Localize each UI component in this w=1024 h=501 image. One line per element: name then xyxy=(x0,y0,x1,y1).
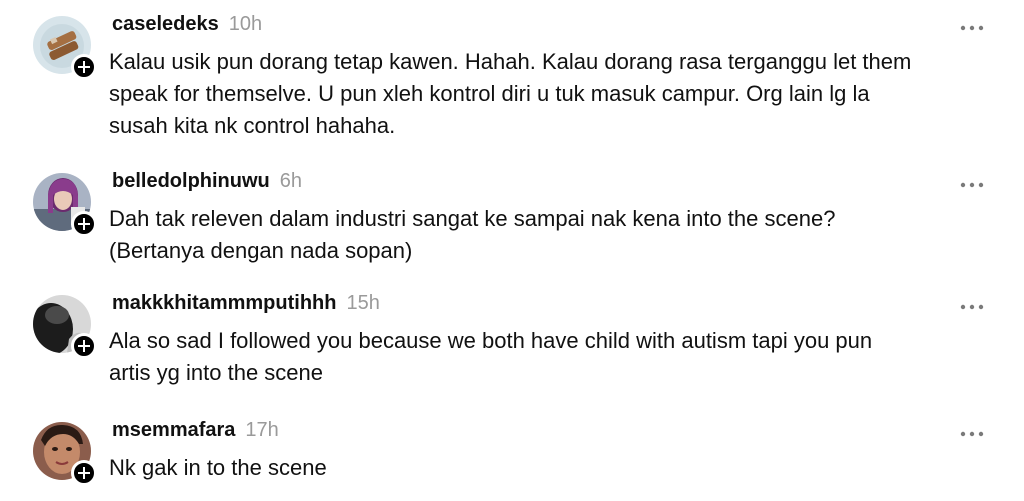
username[interactable]: belledolphinuwu xyxy=(112,170,270,193)
comment-line: speak for themselve. U pun xleh kontrol … xyxy=(109,81,870,106)
timestamp: 15h xyxy=(346,292,380,314)
username[interactable]: makkkhitammmputihhh xyxy=(112,292,336,315)
comment-line: Kalau usik pun dorang tetap kawen. Hahah… xyxy=(109,49,912,74)
comment-thread: caseledeks 10h Kalau usik pun dorang tet… xyxy=(0,0,1024,501)
timestamp: 6h xyxy=(279,170,303,192)
timestamp: 17h xyxy=(245,419,279,441)
follow-button[interactable] xyxy=(71,460,97,486)
avatar-container xyxy=(33,16,97,80)
comment-line: susah kita nk control hahaha. xyxy=(109,113,396,138)
follow-button[interactable] xyxy=(71,54,97,80)
avatar-container xyxy=(33,295,97,359)
comment-header: makkkhitammmputihhh 15h xyxy=(112,292,380,320)
more-options-icon xyxy=(960,431,984,437)
comment-line: artis yg into the scene xyxy=(109,360,324,385)
avatar-container xyxy=(33,173,97,237)
username[interactable]: caseledeks xyxy=(112,13,219,36)
comment-text: Ala so sad I followed you because we bot… xyxy=(109,325,1009,389)
follow-button[interactable] xyxy=(71,211,97,237)
more-options-button[interactable] xyxy=(955,424,989,444)
comment-header: belledolphinuwu 6h xyxy=(112,170,302,198)
more-options-button[interactable] xyxy=(955,297,989,317)
plus-icon xyxy=(78,61,90,73)
comment-header: caseledeks 10h xyxy=(112,13,262,41)
username[interactable]: msemmafara xyxy=(112,419,235,442)
more-options-icon xyxy=(960,304,984,310)
plus-icon xyxy=(78,218,90,230)
follow-button[interactable] xyxy=(71,333,97,359)
comment-text: Kalau usik pun dorang tetap kawen. Hahah… xyxy=(109,46,1009,142)
comment-text: Dah tak releven dalam industri sangat ke… xyxy=(109,203,1009,267)
comment-line: Ala so sad I followed you because we bot… xyxy=(109,328,873,353)
plus-icon xyxy=(78,467,90,479)
comment-line: Dah tak releven dalam industri sangat ke… xyxy=(109,206,836,231)
more-options-button[interactable] xyxy=(955,175,989,195)
more-options-button[interactable] xyxy=(955,18,989,38)
more-options-icon xyxy=(960,182,984,188)
avatar-container xyxy=(33,422,97,486)
timestamp: 10h xyxy=(228,13,263,35)
more-options-icon xyxy=(960,25,984,31)
plus-icon xyxy=(78,340,90,352)
comment-text: Nk gak in to the scene xyxy=(109,452,1009,484)
comment-line: Nk gak in to the scene xyxy=(109,455,327,480)
comment-header: msemmafara 17h xyxy=(112,419,279,447)
comment-line: (Bertanya dengan nada sopan) xyxy=(109,238,413,263)
